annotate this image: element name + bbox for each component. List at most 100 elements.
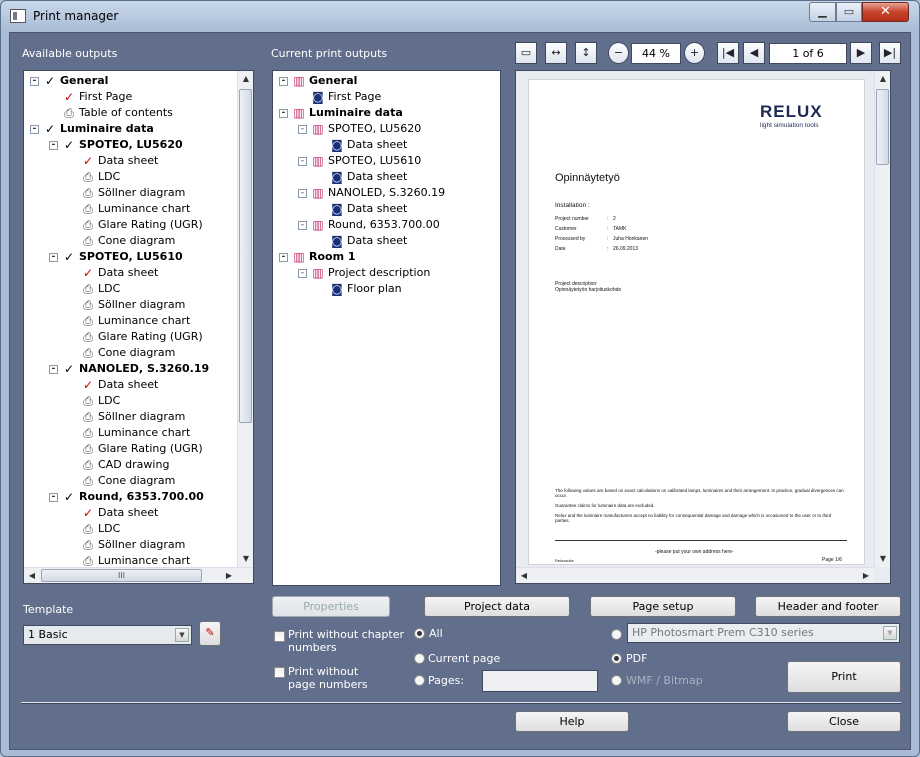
tree-item[interactable]: - ▥ SPOTEO, LU5610	[298, 153, 421, 169]
tree-item[interactable]: ⎙ Glare Rating (UGR)	[68, 329, 202, 345]
page-indicator[interactable]: 1 of 6	[769, 43, 847, 64]
collapse-icon[interactable]: -	[30, 76, 39, 86]
tree-item[interactable]: ⎙ Söllner diagram	[68, 185, 185, 201]
tree-item[interactable]: ◙ Data sheet	[317, 233, 407, 249]
current-outputs-tree[interactable]: - ▥ General ◙ First Page - ▥ Luminaire data - ▥ SP…	[272, 70, 501, 586]
tree-item[interactable]: ⎙ Söllner diagram	[68, 297, 185, 313]
project-data-button[interactable]: Project data	[424, 596, 570, 617]
current-page-radio[interactable]	[414, 653, 425, 664]
tree-item[interactable]: ⎙ Glare Rating (UGR)	[68, 217, 202, 233]
next-page-icon[interactable]: ▶	[850, 42, 872, 64]
zoom-out-icon[interactable]: −	[608, 42, 629, 64]
tree-item[interactable]: ✓ First Page	[49, 89, 132, 105]
pages-radio[interactable]	[414, 675, 425, 686]
tree-item[interactable]: - ✓ Round, 6353.700.00	[49, 489, 204, 505]
help-button[interactable]: Help	[515, 711, 629, 732]
last-page-icon[interactable]: ▶|	[879, 42, 901, 64]
pdf-radio[interactable]	[611, 653, 622, 664]
tree-item[interactable]: - ✓ SPOTEO, LU5610	[49, 249, 183, 265]
scroll-left-arrow[interactable]: ◀	[516, 568, 532, 584]
tree-item[interactable]: - ▥ General	[279, 73, 357, 89]
zoom-in-icon[interactable]: +	[684, 42, 705, 64]
tree-item[interactable]: - ▥ Round, 6353.700.00	[298, 217, 440, 233]
no-chapter-checkbox[interactable]	[274, 631, 285, 642]
full-page-icon[interactable]: ▭	[515, 42, 537, 64]
available-outputs-tree[interactable]: - ✓ General ✓ First Page ⎙ Table of contents - ✓…	[23, 70, 254, 584]
tree-item[interactable]: ✓ Data sheet	[68, 377, 158, 393]
tree-item[interactable]: ⎙ Luminance chart	[68, 425, 190, 441]
scroll-up-arrow[interactable]: ▲	[238, 71, 254, 87]
collapse-icon[interactable]: -	[49, 252, 58, 262]
scroll-left-arrow[interactable]: ◀	[24, 568, 40, 584]
tree-item[interactable]: ◙ Data sheet	[317, 201, 407, 217]
tree-item[interactable]: ⎙ Table of contents	[49, 105, 173, 121]
collapse-icon[interactable]: -	[279, 76, 288, 86]
tree-item[interactable]: ⎙ Cone diagram	[68, 473, 175, 489]
pages-input[interactable]	[482, 670, 598, 692]
tree-item[interactable]: ⎙ LDC	[68, 521, 120, 537]
tree-item[interactable]: - ▥ Room 1	[279, 249, 356, 265]
tree-item[interactable]: ⎙ CAD drawing	[68, 457, 169, 473]
tree-item[interactable]: ⎙ Luminance chart	[68, 313, 190, 329]
tree-item[interactable]: ◙ Floor plan	[317, 281, 401, 297]
collapse-icon[interactable]: -	[49, 140, 58, 150]
tree-item[interactable]: ⎙ Luminance chart	[68, 201, 190, 217]
chevron-down-icon[interactable]: ▼	[175, 628, 189, 642]
tree-item[interactable]: ⎙ Cone diagram	[68, 345, 175, 361]
print-button[interactable]: Print	[787, 661, 901, 693]
collapse-icon[interactable]: -	[298, 156, 307, 166]
collapse-icon[interactable]: -	[279, 252, 288, 262]
close-button[interactable]: Close	[787, 711, 901, 732]
available-hscrollbar[interactable]: ◀ III ▶	[24, 567, 253, 583]
tree-item[interactable]: ◙ Data sheet	[317, 169, 407, 185]
collapse-icon[interactable]: -	[298, 268, 307, 278]
close-window-button[interactable]: ✕	[862, 2, 909, 22]
scroll-down-arrow[interactable]: ▼	[238, 551, 254, 567]
tree-item[interactable]: - ▥ Luminaire data	[279, 105, 403, 121]
tree-item[interactable]: ✓ Data sheet	[68, 505, 158, 521]
scroll-thumb[interactable]	[239, 89, 252, 423]
tree-item[interactable]: ⎙ Cone diagram	[68, 233, 175, 249]
header-footer-button[interactable]: Header and footer	[755, 596, 901, 617]
available-vscrollbar[interactable]: ▲ ▼	[237, 71, 253, 567]
collapse-icon[interactable]: -	[49, 364, 58, 374]
first-page-icon[interactable]: |◀	[717, 42, 739, 64]
tree-item[interactable]: ⎙ Söllner diagram	[68, 537, 185, 553]
fit-width-icon[interactable]: ↔	[545, 42, 567, 64]
fit-height-icon[interactable]: ↕	[575, 42, 597, 64]
collapse-icon[interactable]: -	[298, 124, 307, 134]
scroll-thumb[interactable]	[876, 89, 889, 165]
prev-page-icon[interactable]: ◀	[743, 42, 765, 64]
tree-item[interactable]: ◙ First Page	[298, 89, 381, 105]
printer-select[interactable]: HP Photosmart Prem C310 series ▼	[627, 623, 900, 643]
no-page-checkbox[interactable]	[274, 667, 285, 678]
collapse-icon[interactable]: -	[279, 108, 288, 118]
collapse-icon[interactable]: -	[298, 188, 307, 198]
maximize-button[interactable]: ▭	[836, 2, 862, 22]
zoom-level[interactable]: 44 %	[631, 43, 681, 64]
chevron-down-icon[interactable]: ▼	[883, 626, 897, 640]
tree-item[interactable]: - ✓ NANOLED, S.3260.19	[49, 361, 209, 377]
scroll-right-arrow[interactable]: ▶	[221, 568, 237, 584]
tree-item[interactable]: ✓ Data sheet	[68, 265, 158, 281]
tree-item[interactable]: ✓ Data sheet	[68, 153, 158, 169]
minimize-button[interactable]: ▁	[809, 2, 836, 22]
scroll-hthumb[interactable]: III	[41, 569, 202, 582]
page-setup-button[interactable]: Page setup	[590, 596, 736, 617]
tree-item[interactable]: - ▥ Project description	[298, 265, 430, 281]
properties-button[interactable]: Properties	[272, 596, 390, 617]
preview-hscrollbar[interactable]: ◀ ▶	[516, 567, 874, 583]
tree-item[interactable]: ⎙ Glare Rating (UGR)	[68, 441, 202, 457]
preview-vscrollbar[interactable]: ▲ ▼	[874, 71, 890, 567]
edit-template-icon[interactable]: ✎	[199, 621, 221, 646]
tree-item[interactable]: ◙ Data sheet	[317, 137, 407, 153]
printer-radio[interactable]	[611, 629, 622, 640]
collapse-icon[interactable]: -	[298, 220, 307, 230]
tree-item[interactable]: ⎙ Söllner diagram	[68, 409, 185, 425]
template-select[interactable]: 1 Basic ▼	[23, 625, 192, 645]
scroll-up-arrow[interactable]: ▲	[875, 71, 891, 87]
tree-item[interactable]: - ✓ General	[30, 73, 108, 89]
tree-item[interactable]: - ▥ NANOLED, S.3260.19	[298, 185, 445, 201]
wmf-radio[interactable]	[611, 675, 622, 686]
scroll-down-arrow[interactable]: ▼	[875, 551, 891, 567]
